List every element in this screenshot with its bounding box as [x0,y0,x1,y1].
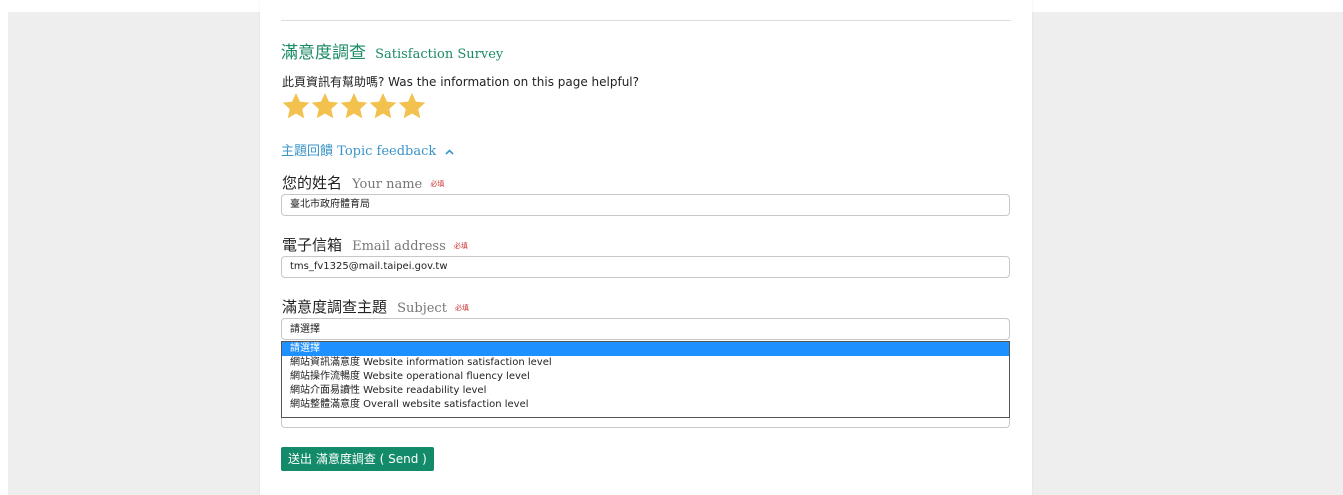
helpful-question: 此頁資訊有幫助嗎? Was the information on this pa… [282,75,640,89]
name-input[interactable] [281,194,1010,216]
topic-feedback-toggle[interactable]: 主題回饋 Topic feedback [281,140,455,159]
subject-option[interactable]: 網站資訊滿意度 Website information satisfaction… [282,356,1009,370]
subject-select[interactable]: 請選擇 [281,318,1010,340]
subject-label: 滿意度調查主題 Subject 必填 [282,296,469,317]
subject-option[interactable]: 請選擇 [282,342,1009,356]
chevron-up-icon [445,144,455,159]
star-rating[interactable] [281,90,426,124]
star-icon[interactable] [397,90,427,122]
required-mark: 必填 [453,241,468,250]
required-mark: 必填 [455,303,470,312]
email-label-en: Email address [352,239,446,254]
subject-dropdown-list[interactable]: 請選擇 網站資訊滿意度 Website information satisfact… [281,341,1010,418]
email-label: 電子信箱 Email address 必填 [282,234,468,255]
subject-option[interactable]: 網站整體滿意度 Overall website satisfaction lev… [282,398,1009,412]
subject-label-en: Subject [397,301,447,316]
required-mark: 必填 [430,179,445,188]
subject-label-zh: 滿意度調查主題 [282,298,388,316]
subject-option[interactable]: 網站介面易讀性 Website readability level [282,384,1009,398]
star-icon[interactable] [310,90,340,122]
topic-feedback-label-zh: 主題回饋 [281,144,334,159]
star-icon[interactable] [281,90,311,122]
name-label-en: Your name [352,177,423,192]
divider [281,20,1011,21]
email-label-zh: 電子信箱 [282,236,343,254]
email-input[interactable] [281,256,1010,278]
send-button[interactable]: 送出 滿意度調查 ( Send ) [281,447,434,471]
subject-selected-value: 請選擇 [290,324,320,335]
name-label-zh: 您的姓名 [282,174,343,192]
subject-option[interactable]: 網站操作流暢度 Website operational fluency leve… [282,370,1009,384]
topic-feedback-label-en: Topic feedback [337,144,437,159]
survey-title: 滿意度調查 Satisfaction Survey [281,38,503,63]
survey-title-en: Satisfaction Survey [375,47,504,62]
survey-title-zh: 滿意度調查 [281,43,366,63]
star-icon[interactable] [368,90,398,122]
star-icon[interactable] [339,90,369,122]
name-label: 您的姓名 Your name 必填 [282,172,444,193]
